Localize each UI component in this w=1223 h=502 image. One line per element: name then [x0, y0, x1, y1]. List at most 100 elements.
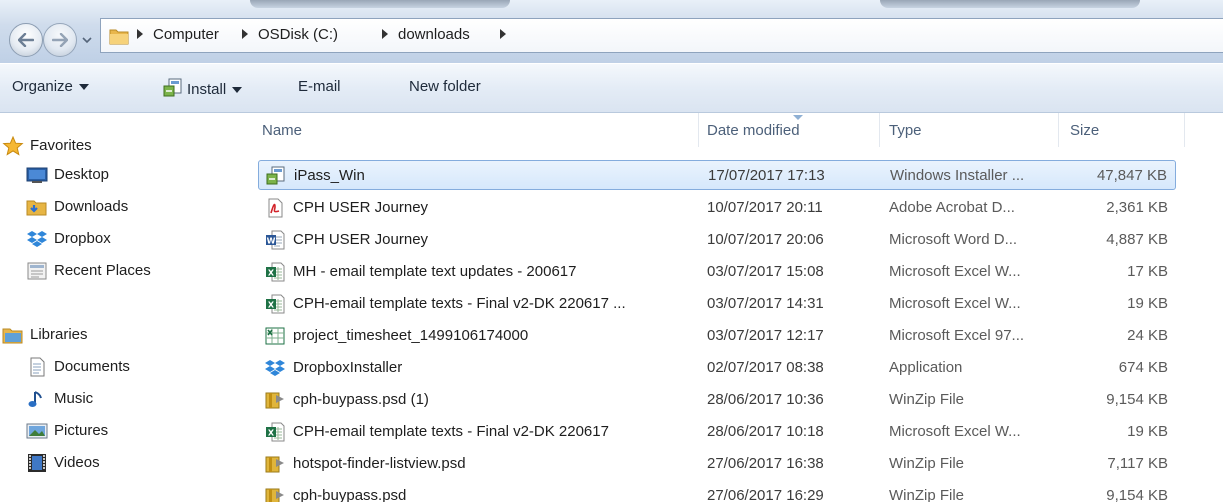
svg-text:X: X — [268, 429, 275, 438]
word-doc-icon: W — [266, 230, 285, 250]
documents-icon — [30, 357, 45, 377]
column-header-size-label: Size — [1070, 122, 1100, 139]
column-header-type-label: Type — [889, 122, 922, 139]
nav-item-label: Desktop — [54, 166, 110, 183]
videos-icon — [28, 454, 46, 472]
breadcrumb-separator-icon[interactable] — [137, 29, 143, 39]
column-header-size[interactable]: Size — [1059, 113, 1184, 147]
excel97-icon — [265, 327, 285, 345]
breadcrumb-downloads[interactable]: downloads — [398, 26, 470, 43]
excel-icon: X — [266, 422, 285, 442]
star-icon — [2, 136, 24, 156]
file-row[interactable]: cph-buypass.psd 27/06/2017 16:29 WinZip … — [258, 481, 1176, 502]
file-date: 10/07/2017 20:06 — [707, 231, 824, 248]
navigation-pane: Favorites Desktop Downloads Dropbox Rece… — [0, 113, 240, 502]
pictures-icon — [26, 423, 48, 439]
file-name: iPass_Win — [294, 167, 365, 184]
organize-button[interactable]: Organize — [12, 78, 89, 95]
file-row[interactable]: X CPH-email template texts - Final v2-DK… — [258, 417, 1176, 447]
file-size: 19 KB — [1127, 295, 1168, 312]
breadcrumb-separator-icon[interactable] — [242, 29, 248, 39]
file-row[interactable]: cph-buypass.psd (1) 28/06/2017 10:36 Win… — [258, 385, 1176, 415]
install-label: Install — [187, 81, 227, 98]
file-date: 03/07/2017 12:17 — [707, 327, 824, 344]
libraries-icon — [2, 328, 23, 344]
svg-text:W: W — [267, 237, 276, 246]
install-button[interactable]: Install — [163, 78, 243, 98]
nav-item-label: Downloads — [54, 198, 129, 215]
file-row[interactable]: project_timesheet_1499106174000 03/07/20… — [258, 321, 1176, 351]
file-type: WinZip File — [889, 455, 965, 472]
file-date: 17/07/2017 17:13 — [708, 167, 825, 184]
file-date: 28/06/2017 10:36 — [707, 391, 824, 408]
nav-item-label: Dropbox — [54, 230, 111, 247]
svg-text:X: X — [268, 269, 275, 278]
nav-item-label: Music — [54, 390, 94, 407]
nav-item-label: Pictures — [54, 422, 109, 439]
title-glass-reflection — [880, 0, 1140, 8]
breadcrumb-computer[interactable]: Computer — [153, 26, 219, 43]
file-row[interactable]: CPH USER Journey 10/07/2017 20:11 Adobe … — [258, 193, 1176, 223]
column-header-name[interactable]: Name — [258, 113, 698, 147]
nav-item-label: Recent Places — [54, 262, 151, 279]
forward-button[interactable] — [43, 23, 77, 57]
installer-icon — [163, 78, 182, 97]
column-header-date[interactable]: Date modified — [699, 113, 879, 147]
column-header-date-label: Date modified — [707, 122, 800, 139]
file-size: 2,361 KB — [1106, 199, 1168, 216]
recent-pages-dropdown-icon[interactable] — [80, 33, 94, 47]
file-row[interactable]: hotspot-finder-listview.psd 27/06/2017 1… — [258, 449, 1176, 479]
file-date: 27/06/2017 16:38 — [707, 455, 824, 472]
file-name: CPH-email template texts - Final v2-DK 2… — [293, 295, 626, 312]
folder-icon — [109, 29, 129, 45]
file-size: 19 KB — [1127, 423, 1168, 440]
winzip-icon — [265, 488, 284, 502]
installer-icon — [266, 166, 285, 185]
file-row[interactable]: DropboxInstaller 02/07/2017 08:38 Applic… — [258, 353, 1176, 383]
file-name: cph-buypass.psd (1) — [293, 391, 429, 408]
back-arrow-icon — [18, 33, 34, 47]
file-row[interactable]: W CPH USER Journey 10/07/2017 20:06 Micr… — [258, 225, 1176, 255]
file-size: 9,154 KB — [1106, 391, 1168, 408]
file-name: CPH USER Journey — [293, 199, 429, 216]
file-type: Microsoft Word D... — [889, 231, 1018, 248]
file-size: 7,117 KB — [1107, 455, 1168, 472]
column-header-type[interactable]: Type — [880, 113, 1058, 147]
column-divider[interactable] — [1184, 113, 1185, 147]
back-button[interactable] — [9, 23, 43, 57]
breadcrumb[interactable]: Computer OSDisk (C:) downloads — [100, 18, 1223, 53]
command-bar: Organize Install E-mail New folder — [0, 63, 1223, 113]
file-name: CPH-email template texts - Final v2-DK 2… — [293, 423, 609, 440]
file-list: Name Date modified Type Size iPass_Win 1… — [240, 113, 1223, 502]
chevron-down-icon — [78, 84, 89, 91]
breadcrumb-separator-icon[interactable] — [382, 29, 388, 39]
file-name: cph-buypass.psd — [293, 487, 407, 502]
breadcrumb-osdisk[interactable]: OSDisk (C:) — [258, 26, 338, 43]
excel-icon: X — [266, 262, 285, 282]
file-name: hotspot-finder-listview.psd — [293, 455, 466, 472]
file-date: 10/07/2017 20:11 — [707, 199, 823, 216]
file-type: Microsoft Excel W... — [889, 263, 1021, 280]
file-type: WinZip File — [889, 391, 965, 408]
file-row[interactable]: X MH - email template text updates - 200… — [258, 257, 1176, 287]
downloads-folder-icon — [26, 200, 47, 216]
new-folder-button[interactable]: New folder — [409, 78, 481, 95]
address-bar-area: Computer OSDisk (C:) downloads — [0, 0, 1223, 63]
file-date: 28/06/2017 10:18 — [707, 423, 824, 440]
nav-item-label: Documents — [54, 358, 130, 375]
chevron-down-icon — [232, 87, 243, 94]
file-type: Adobe Acrobat D... — [889, 199, 1015, 216]
email-button[interactable]: E-mail — [298, 78, 341, 95]
nav-favorites-label: Favorites — [30, 137, 92, 154]
file-row[interactable]: iPass_Win 17/07/2017 17:13 Windows Insta… — [258, 160, 1176, 190]
pdf-icon — [268, 198, 283, 218]
file-type: Microsoft Excel W... — [889, 423, 1021, 440]
file-size: 674 KB — [1118, 359, 1168, 376]
dropbox-icon — [27, 231, 47, 247]
file-name: DropboxInstaller — [293, 359, 403, 376]
breadcrumb-separator-icon[interactable] — [500, 29, 506, 39]
file-date: 27/06/2017 16:29 — [707, 487, 824, 502]
winzip-icon — [265, 456, 284, 473]
explorer-window: Computer OSDisk (C:) downloads Organize … — [0, 0, 1223, 502]
file-row[interactable]: X CPH-email template texts - Final v2-DK… — [258, 289, 1176, 319]
